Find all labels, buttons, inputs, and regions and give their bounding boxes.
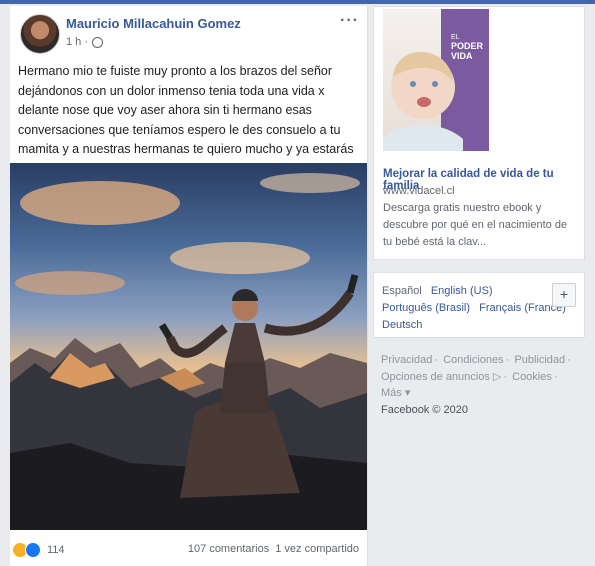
book-title-line3: VIDA: [451, 51, 473, 61]
footer-links: Privacidad · Condiciones · Publicidad · Opc…: [381, 354, 571, 416]
avatar[interactable]: [20, 14, 60, 54]
more-caret-icon: ▾: [404, 387, 411, 399]
add-language-button[interactable]: +: [552, 283, 576, 307]
book-title-line1: EL: [451, 34, 460, 41]
language-selector: Español English (US) Português (Brasil) …: [373, 272, 585, 338]
post-photo[interactable]: [10, 163, 367, 530]
post-meta: 1 h ·: [66, 36, 104, 48]
mountain-climber-image: [10, 173, 367, 530]
post-card: Mauricio Millacahuin Gomez 1 h · ··· Her…: [10, 6, 368, 566]
language-english[interactable]: English (US): [431, 285, 493, 297]
top-nav-bar: [0, 0, 595, 4]
language-german[interactable]: Deutsch: [382, 319, 422, 331]
language-current: Español: [382, 285, 422, 297]
engagement-counts: 107 comentarios 1 vez compartido: [188, 543, 359, 555]
footer-link-cookies[interactable]: Cookies: [512, 371, 552, 383]
ad-image[interactable]: EL PODER VIDA: [383, 9, 489, 151]
reactions-summary[interactable]: 114: [12, 542, 65, 558]
author-name[interactable]: Mauricio Millacahuin Gomez: [66, 16, 241, 31]
footer-link-terms[interactable]: Condiciones: [443, 354, 504, 366]
shares-count[interactable]: 1 vez compartido: [275, 543, 359, 555]
language-portuguese[interactable]: Português (Brasil): [382, 302, 470, 314]
copyright: Facebook © 2020: [381, 403, 468, 416]
more-options-button[interactable]: ···: [340, 12, 359, 30]
ad-choices-icon: ▷: [492, 370, 502, 383]
footer-link-more[interactable]: Más: [381, 387, 402, 399]
post-time[interactable]: 1 h ·: [66, 36, 88, 48]
footer-link-ad-choices[interactable]: Opciones de anuncios: [381, 371, 490, 383]
post-footer: 114 107 comentarios 1 vez compartido: [10, 538, 367, 562]
globe-icon: [92, 36, 104, 48]
sponsored-ad[interactable]: EL PODER VIDA Mejorar la calidad de vida…: [373, 6, 585, 260]
comments-count[interactable]: 107 comentarios: [188, 543, 269, 555]
baby-book-cover-image: EL PODER VIDA: [383, 9, 489, 151]
like-reaction-icon: [25, 542, 41, 558]
ad-description: Descarga gratis nuestro ebook y descubre…: [383, 202, 568, 248]
footer-link-privacy[interactable]: Privacidad: [381, 354, 432, 366]
footer-link-advertising[interactable]: Publicidad: [514, 354, 565, 366]
book-title-line2: PODER: [451, 41, 484, 51]
reactions-count[interactable]: 114: [47, 544, 65, 556]
ad-url[interactable]: www.vidacel.cl: [383, 185, 455, 197]
